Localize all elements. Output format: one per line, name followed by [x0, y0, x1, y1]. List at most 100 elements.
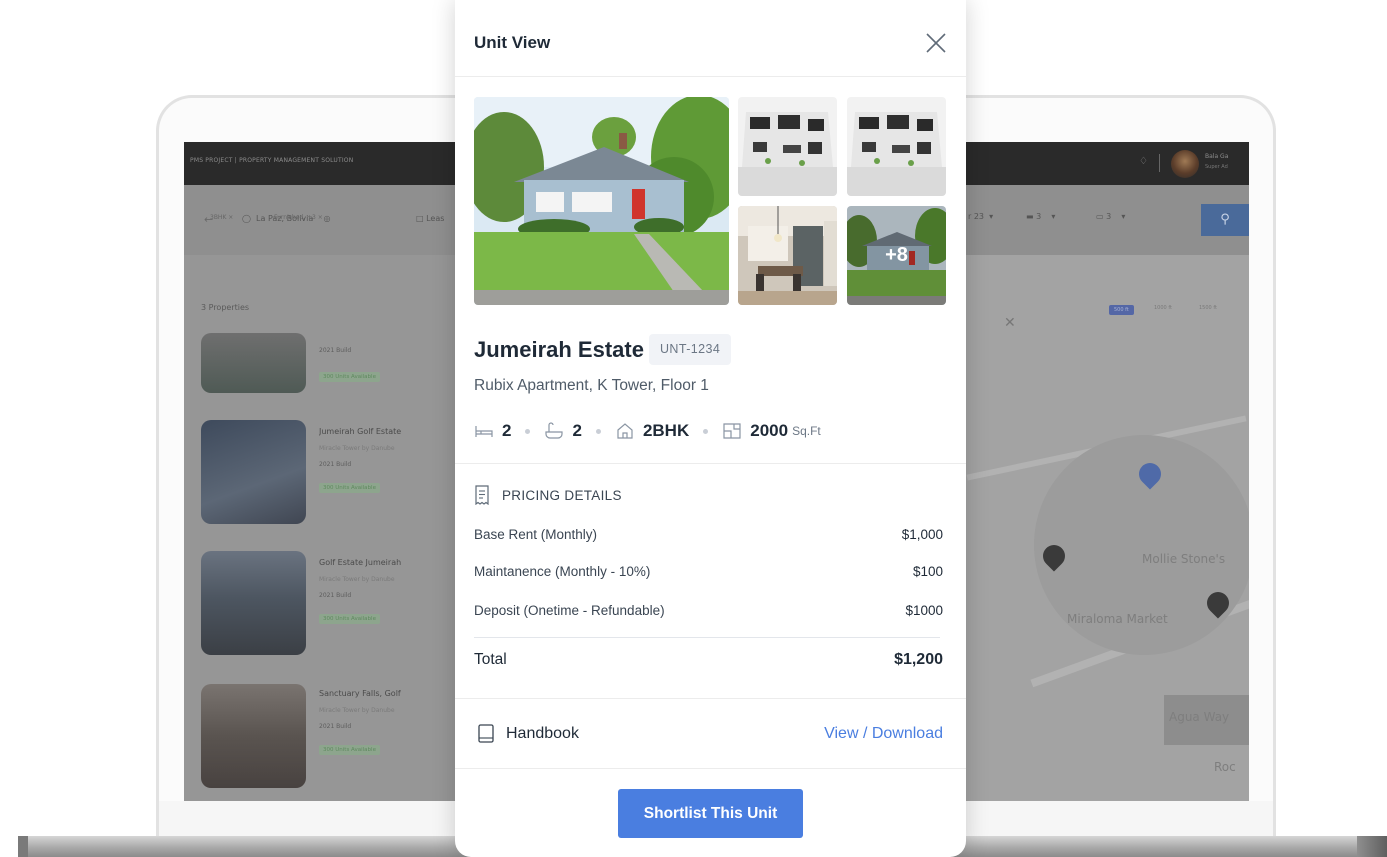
property-availability: 300 Units Available [319, 372, 380, 382]
property-subtitle: Miracle Tower by Danube [319, 445, 395, 452]
user-role: Super Ad [1205, 164, 1228, 170]
price-row: Base Rent (Monthly) $1,000 [474, 527, 943, 542]
property-thumbnail[interactable] [201, 420, 306, 524]
gallery-thumbnail[interactable] [738, 206, 837, 305]
handbook-label: Handbook [506, 724, 579, 742]
modal-title: Unit View [474, 33, 551, 52]
shortlist-unit-button[interactable]: Shortlist This Unit [618, 789, 803, 838]
map-label: Agua Way [1169, 710, 1230, 724]
view-download-link[interactable]: View / Download [824, 725, 943, 743]
property-thumbnail[interactable] [201, 551, 306, 655]
map-view[interactable]: ✕ 500 ft 1000 ft 1500 ft Mollie Stone's … [964, 255, 1249, 801]
property-meta: 2021 Build [319, 461, 352, 468]
property-list: 3 Properties 2021 Build 300 Units Availa… [184, 255, 456, 801]
property-subtitle: Miracle Tower by Danube [319, 576, 395, 583]
date-filter[interactable]: r 23 ▾ [968, 212, 993, 221]
feature-separator [525, 428, 531, 434]
bathtub-icon [545, 422, 564, 439]
floorplan-render [847, 97, 946, 196]
map-label: Mollie Stone's [1142, 552, 1226, 566]
bed-icon [475, 426, 493, 437]
property-meta: 2021 Build [319, 723, 352, 730]
property-availability: 300 Units Available [319, 483, 380, 493]
feature-type: 2BHK [642, 421, 690, 440]
price-row: Maintanence (Monthly - 10%) $100 [474, 564, 943, 579]
map-label: Roc [1214, 760, 1236, 774]
property-thumbnail[interactable] [201, 684, 306, 788]
unit-code-badge: UNT-1234 [649, 334, 732, 365]
gallery-main-image[interactable] [474, 97, 729, 305]
map-label: Miraloma Market [1067, 612, 1168, 626]
unit-view-modal: Unit View +8 Jumeirah Estate UNT-1234 Ru… [455, 0, 966, 857]
property-thumbnail[interactable] [201, 333, 306, 393]
feature-area-unit: Sq.Ft [792, 424, 821, 438]
price-row: Deposit (Onetime - Refundable) $1000 [474, 603, 943, 618]
radius-toggle-1000[interactable]: 1000 ft [1154, 305, 1172, 311]
book-icon [478, 724, 494, 743]
property-meta: 2021 Build [319, 592, 352, 599]
app-brand: PMS PROJECT | PROPERTY MANAGEMENT SOLUTI… [190, 157, 354, 164]
radius-toggle-500[interactable]: 500 ft [1109, 305, 1134, 315]
house-photo [474, 97, 729, 305]
avatar[interactable] [1171, 150, 1199, 178]
feature-baths: 2 [572, 421, 582, 440]
property-availability: 300 Units Available [319, 745, 380, 755]
unit-address: Rubix Apartment, K Tower, Floor 1 [474, 377, 709, 394]
handbook-label-group: Handbook [478, 724, 579, 743]
pricing-heading: PRICING DETAILS [474, 485, 622, 505]
feature-separator [703, 428, 709, 434]
price-value: $1,000 [901, 527, 943, 542]
date-filter-label: r 23 [968, 212, 985, 221]
price-value: $1000 [905, 603, 943, 618]
beds-filter[interactable]: ▬ 3 ▾ [1026, 212, 1055, 221]
total-value: $1,200 [894, 651, 943, 668]
gallery-thumbnail[interactable] [847, 97, 946, 196]
bell-icon[interactable]: ♢ [1139, 156, 1148, 167]
feature-area: 2000 [750, 421, 789, 440]
beds-filter-label: 3 [1036, 212, 1042, 221]
total-row: Total $1,200 [474, 651, 943, 669]
gallery-thumbnail[interactable] [738, 97, 837, 196]
area-icon [723, 423, 741, 439]
unit-features: 2 2 2BHK 2000 Sq.Ft [474, 420, 821, 442]
price-value: $100 [912, 564, 943, 579]
results-count: 3 Properties [201, 303, 250, 312]
total-divider [474, 637, 940, 638]
filter-chip-bhk[interactable]: 3BHK × [210, 214, 233, 221]
laptop-base-edge-left [18, 836, 28, 857]
total-label: Total [474, 651, 507, 668]
handbook-row: Handbook View / Download [478, 724, 943, 743]
property-name[interactable]: Sanctuary Falls, Golf [319, 689, 459, 698]
close-icon[interactable] [922, 29, 950, 57]
unit-name: Jumeirah Estate [474, 337, 644, 362]
pricing-heading-label: PRICING DETAILS [502, 487, 622, 503]
baths-filter[interactable]: ▭ 3 ▾ [1096, 212, 1125, 221]
modal-header: Unit View [455, 0, 966, 77]
laptop-base-edge-right [1357, 836, 1387, 857]
stage: PMS PROJECT | PROPERTY MANAGEMENT SOLUTI… [0, 0, 1387, 857]
baths-filter-label: 3 [1106, 212, 1112, 221]
property-subtitle: Miracle Tower by Danube [319, 707, 395, 714]
search-icon[interactable]: ⚲ [1201, 204, 1249, 236]
property-meta: 2021 Build [319, 347, 352, 354]
gallery-more-tile[interactable]: +8 [847, 206, 946, 305]
user-name: Bala Ga [1205, 153, 1229, 160]
home-icon [617, 423, 633, 439]
lease-filter[interactable]: □ Leas [416, 214, 444, 223]
property-name[interactable]: Jumeirah Golf Estate [319, 427, 459, 436]
price-label: Maintanence (Monthly - 10%) [474, 564, 651, 579]
filter-chip-furnished[interactable]: Furnished, +3 × [274, 214, 323, 221]
property-name[interactable]: Golf Estate Jumeirah [319, 558, 459, 567]
property-availability: 300 Units Available [319, 614, 380, 624]
section-divider [455, 698, 966, 699]
radius-toggle-1500[interactable]: 1500 ft [1199, 305, 1217, 311]
section-divider [455, 463, 966, 464]
close-icon[interactable]: ✕ [1004, 315, 1016, 331]
lease-filter-label: Leas [426, 214, 445, 223]
receipt-icon [475, 485, 489, 505]
price-label: Deposit (Onetime - Refundable) [474, 603, 665, 618]
feature-separator [595, 428, 601, 434]
gallery-more-count: +8 [847, 206, 946, 305]
price-label: Base Rent (Monthly) [474, 527, 598, 542]
floorplan-render [738, 97, 837, 196]
